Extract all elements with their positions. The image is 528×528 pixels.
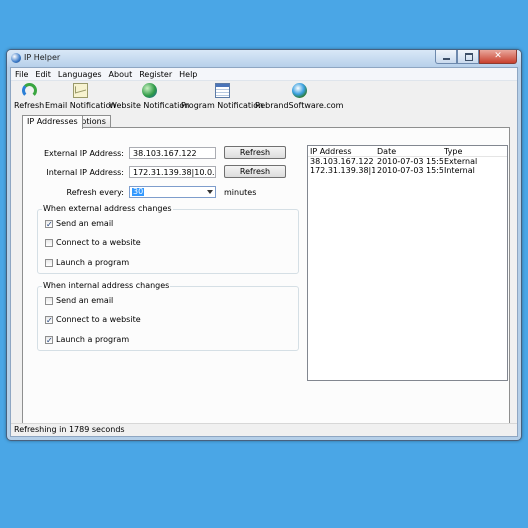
internal-group-title: When internal address changes [42,281,171,290]
maximize-icon[interactable] [457,50,479,64]
internal-ip-field[interactable]: 172.31.139.38|10.0.1.123 [129,166,216,178]
cell-date: 2010-07-03 15:50:54 [377,157,443,166]
list-header: IP Address Date Type [308,146,507,157]
checkbox-label: Send an email [56,296,114,305]
external-change-group: When external address changes ✓ Send an … [37,204,299,274]
tab-ip-addresses[interactable]: IP Addresses [22,115,83,129]
refresh-interval-select[interactable]: 30 [129,186,216,198]
checkbox-label: Connect to a website [56,238,141,247]
status-bar: Refreshing in 1789 seconds [11,423,517,436]
cell-ip: 38.103.167.122 [310,157,374,166]
ip-history-list[interactable]: IP Address Date Type 38.103.167.122 2010… [307,145,508,381]
refresh-external-button[interactable]: Refresh [224,146,286,159]
app-icon [11,53,21,63]
cell-date: 2010-07-03 15:50:53 [377,166,443,175]
column-date[interactable]: Date [377,147,396,156]
external-send-email-checkbox[interactable]: ✓ Send an email [45,219,113,228]
program-notification-label: Program Notification [181,101,264,110]
checkbox-box[interactable] [45,258,53,267]
minutes-label: minutes [224,188,257,197]
refresh-every-label: Refresh every: [66,188,124,197]
column-type[interactable]: Type [444,147,462,156]
ip-addresses-panel: External IP Address: 38.103.167.122 Refr… [22,127,510,433]
rebrandsoftware-label: RebrandSoftware.com [255,101,344,110]
menu-bar: File Edit Languages About Register Help [11,68,517,81]
window-controls [435,50,517,65]
internal-send-email-checkbox[interactable]: Send an email [45,296,113,305]
refresh-interval-value: 30 [132,187,145,196]
refresh-button[interactable]: Refresh [14,83,44,110]
client-area: File Edit Languages About Register Help … [10,67,518,437]
cell-type: Internal [444,166,475,175]
checkbox-label: Launch a program [56,258,130,267]
email-icon [72,83,88,98]
checkbox-box[interactable] [45,238,53,247]
refresh-internal-button[interactable]: Refresh [224,165,286,178]
checkbox-box[interactable]: ✓ [45,315,53,324]
refresh-icon [21,83,37,98]
cell-ip: 172.31.139.38|10.0.... [310,166,375,175]
program-notification-button[interactable]: Program Notification [181,83,263,110]
toolbar: Refresh Email Notification Website Notif… [11,81,517,115]
checkbox-box[interactable]: ✓ [45,219,53,228]
checkbox-label: Send an email [56,219,114,228]
internal-ip-label: Internal IP Address: [46,168,124,177]
menu-languages[interactable]: Languages [58,70,102,79]
cell-type: External [444,157,478,166]
menu-file[interactable]: File [15,70,28,79]
app-window: IP Helper File Edit Languages About Regi… [6,49,522,441]
internal-launch-program-checkbox[interactable]: ✓ Launch a program [45,335,129,344]
list-item[interactable]: 172.31.139.38|10.0.... 2010-07-03 15:50:… [308,166,507,175]
website-icon [141,83,157,98]
menu-about[interactable]: About [109,70,133,79]
minimize-icon[interactable] [435,50,457,64]
external-group-title: When external address changes [42,204,173,213]
checkbox-label: Launch a program [56,335,130,344]
rebrandsoftware-button[interactable]: RebrandSoftware.com [255,83,343,110]
checkbox-box[interactable] [45,296,53,305]
internal-change-group: When internal address changes Send an em… [37,281,299,351]
refresh-button-label: Refresh [14,101,45,110]
checkbox-box[interactable]: ✓ [45,335,53,344]
chevron-down-icon[interactable] [207,190,213,194]
email-notification-button[interactable]: Email Notification [45,83,116,110]
globe-icon [291,83,307,98]
close-icon[interactable] [479,50,517,64]
email-notification-label: Email Notification [45,101,116,110]
title-bar[interactable]: IP Helper [7,50,521,67]
list-item[interactable]: 38.103.167.122 2010-07-03 15:50:54 Exter… [308,157,507,166]
internal-connect-website-checkbox[interactable]: ✓ Connect to a website [45,315,141,324]
menu-edit[interactable]: Edit [35,70,51,79]
external-ip-field[interactable]: 38.103.167.122 [129,147,216,159]
window-title: IP Helper [24,53,61,62]
menu-help[interactable]: Help [179,70,197,79]
external-connect-website-checkbox[interactable]: Connect to a website [45,238,141,247]
website-notification-label: Website Notification [109,101,190,110]
menu-register[interactable]: Register [139,70,172,79]
program-icon [214,83,230,98]
external-ip-label: External IP Address: [43,149,124,158]
website-notification-button[interactable]: Website Notification [109,83,189,110]
checkbox-label: Connect to a website [56,315,141,324]
column-ip-address[interactable]: IP Address [310,147,352,156]
external-launch-program-checkbox[interactable]: Launch a program [45,258,129,267]
